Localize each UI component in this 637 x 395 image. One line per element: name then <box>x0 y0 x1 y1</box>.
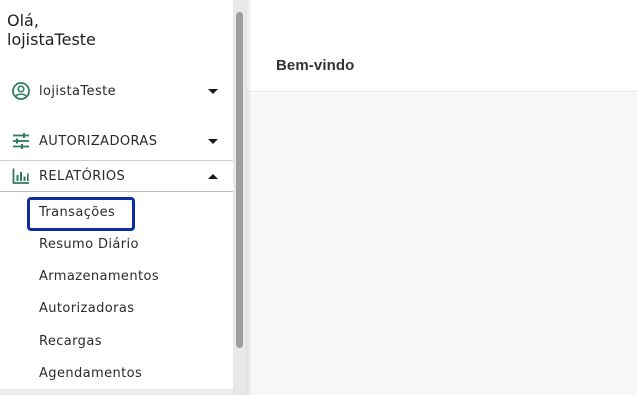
report-item-armazenamentos[interactable]: Armazenamentos <box>39 269 159 284</box>
main-body <box>246 93 637 395</box>
report-item-agendamentos[interactable]: Agendamentos <box>39 366 142 381</box>
page-title: Bem-vindo <box>276 57 355 74</box>
user-circle-icon <box>11 81 31 101</box>
main-header: Bem-vindo <box>246 0 637 92</box>
sidebar-scrollbar-thumb[interactable] <box>236 12 243 348</box>
report-item-transacoes[interactable]: Transações <box>39 205 115 220</box>
greeting-line-1: Olá, <box>7 11 39 30</box>
autorizadoras-menu[interactable]: AUTORIZADORAS <box>0 125 233 157</box>
chevron-down-icon <box>208 88 218 94</box>
sliders-icon <box>11 131 31 151</box>
bar-chart-icon <box>11 166 31 186</box>
sidebar: Olá, lojistaTeste lojistaTeste AUTORIZAD… <box>0 0 246 395</box>
user-menu-label: lojistaTeste <box>39 83 117 99</box>
autorizadoras-menu-label: AUTORIZADORAS <box>39 133 158 149</box>
relatorios-menu-label: RELATÓRIOS <box>39 168 126 184</box>
greeting: Olá, lojistaTeste <box>7 11 96 49</box>
main-content: Bem-vindo <box>246 0 637 395</box>
sidebar-footer-strip <box>0 389 233 395</box>
report-item-resumo-diario[interactable]: Resumo Diário <box>39 237 139 252</box>
greeting-username: lojistaTeste <box>7 30 96 49</box>
report-item-autorizadoras[interactable]: Autorizadoras <box>39 301 134 316</box>
user-menu[interactable]: lojistaTeste <box>0 75 233 107</box>
sidebar-scroll-area: Olá, lojistaTeste lojistaTeste AUTORIZAD… <box>0 0 233 395</box>
chevron-up-icon <box>208 173 218 179</box>
report-item-recargas[interactable]: Recargas <box>39 334 102 349</box>
sidebar-shadow <box>246 0 252 395</box>
relatorios-menu[interactable]: RELATÓRIOS <box>0 160 233 192</box>
chevron-down-icon <box>208 138 218 144</box>
